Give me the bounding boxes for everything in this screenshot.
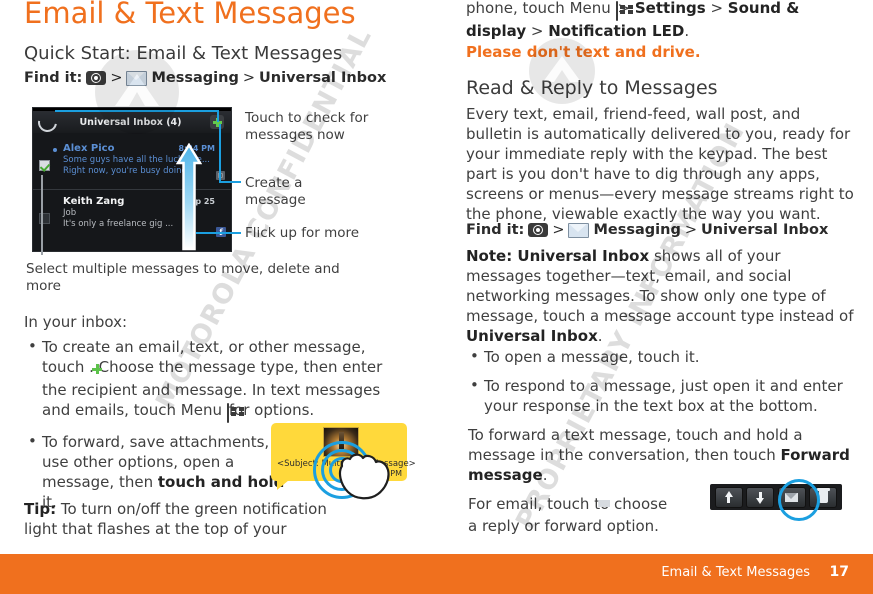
inbox-intro-text: In your inbox:	[24, 313, 128, 331]
page-footer: Email & Text Messages 17	[0, 554, 873, 594]
universal-inbox-note: Note: Universal Inbox shows all of your …	[466, 246, 854, 346]
path-separator-2: >	[684, 222, 698, 238]
tip-text: To turn on/off the green notification li…	[24, 500, 327, 538]
paragraph-forward-message: To forward a text message, touch and hol…	[468, 425, 850, 485]
envelope-icon	[568, 222, 590, 238]
path-separator-2: >	[242, 70, 256, 86]
leader-line-plus-h	[219, 181, 241, 183]
manual-page: MOTOROLA CONFIDENTIAL PROPRIETARY INFORM…	[0, 0, 873, 594]
tip-label: Tip:	[24, 500, 57, 518]
phone-header: Universal Inbox (4)	[33, 108, 231, 136]
find-it-label: Find it:	[24, 70, 83, 86]
find-it-app: Messaging	[593, 222, 681, 238]
notification-led-path: Notification LED	[548, 22, 685, 40]
find-it-path-left: Find it: > Messaging > Universal Inbox	[24, 70, 386, 86]
menu-icon	[615, 1, 633, 21]
path-separator: >	[552, 222, 565, 238]
list-item-create-message: To create an email, text, or other messa…	[26, 336, 406, 423]
menu-icon	[226, 403, 244, 423]
list-item-respond-message: To respond to a message, just open it an…	[468, 375, 848, 416]
leader-line-flick	[196, 232, 241, 234]
refresh-icon[interactable]	[34, 108, 61, 136]
read-reply-intro: Every text, email, friend-feed, wall pos…	[466, 105, 854, 223]
phone-email-toolbar	[710, 484, 842, 510]
settings-path: Settings	[634, 0, 706, 17]
home-icon	[528, 223, 549, 237]
phone-screenshot-universal-inbox: Universal Inbox (4) Alex Pico Some guys …	[32, 107, 232, 252]
paragraph-email-reply: For email, touch to choose a reply or fo…	[468, 494, 668, 536]
find-it-path-right: Find it: > Messaging > Universal Inbox	[466, 222, 828, 238]
find-it-label: Find it:	[466, 222, 525, 238]
find-it-target: Universal Inbox	[259, 70, 387, 86]
note-bold-end: Universal Inbox	[466, 327, 598, 345]
leader-line-checkbox	[41, 175, 43, 255]
message-checkbox-1[interactable]	[39, 160, 50, 171]
callout-select-multiple: Select multiple messages to move, delete…	[26, 261, 340, 294]
flick-up-arrow-graphic	[175, 142, 203, 253]
tip-paragraph: Tip: To turn on/off the green notificati…	[24, 499, 354, 539]
leader-line-plus-v	[219, 124, 221, 182]
forward-pre: To forward a text message, touch and hol…	[468, 426, 803, 464]
list-item-open-message: To open a message, touch it.	[468, 346, 848, 367]
page-subtitle: Quick Start: Email & Text Messages	[24, 43, 343, 64]
note-period: .	[597, 327, 603, 345]
find-it-target: Universal Inbox	[701, 222, 829, 238]
leader-line-top	[55, 110, 217, 112]
continued-pre: phone, touch Menu	[466, 0, 616, 17]
envelope-icon	[126, 70, 148, 86]
find-it-app: Messaging	[151, 70, 239, 86]
down-arrow-icon[interactable]	[746, 486, 775, 508]
path-separator: >	[110, 70, 123, 86]
section-heading-read-reply: Read & Reply to Messages	[466, 77, 718, 99]
callout-check-messages: Touch to check for messages now	[245, 110, 369, 143]
footer-page-number: 17	[829, 564, 849, 580]
continued-end: .	[684, 22, 690, 40]
page-title: Email & Text Messages	[24, 0, 356, 30]
hand-touch-icon	[336, 450, 394, 506]
up-arrow-icon[interactable]	[714, 486, 743, 508]
sep-3: >	[526, 22, 549, 40]
unread-dot-icon	[53, 148, 57, 152]
phone-header-title: Universal Inbox (4)	[79, 116, 182, 128]
right-continued-paragraph: phone, touch Menu > Settings > Sound & d…	[466, 0, 856, 41]
email-pre: For email, touch	[468, 495, 595, 513]
bullet-2-bold: touch and hold	[157, 473, 285, 491]
note-label: Note: Universal Inbox	[466, 247, 650, 265]
sep-2: >	[705, 0, 728, 17]
callout-flick-up: Flick up for more	[245, 225, 360, 241]
dont-text-and-drive-warning: Please don't text and drive.	[466, 43, 701, 61]
forward-post: .	[542, 466, 548, 484]
footer-section-label: Email & Text Messages	[661, 565, 810, 580]
callout-create-message: Create a message	[245, 175, 306, 208]
toolbar-highlight-ring-icon	[778, 479, 820, 521]
leader-line-top-v	[217, 110, 219, 122]
home-icon	[86, 71, 107, 85]
